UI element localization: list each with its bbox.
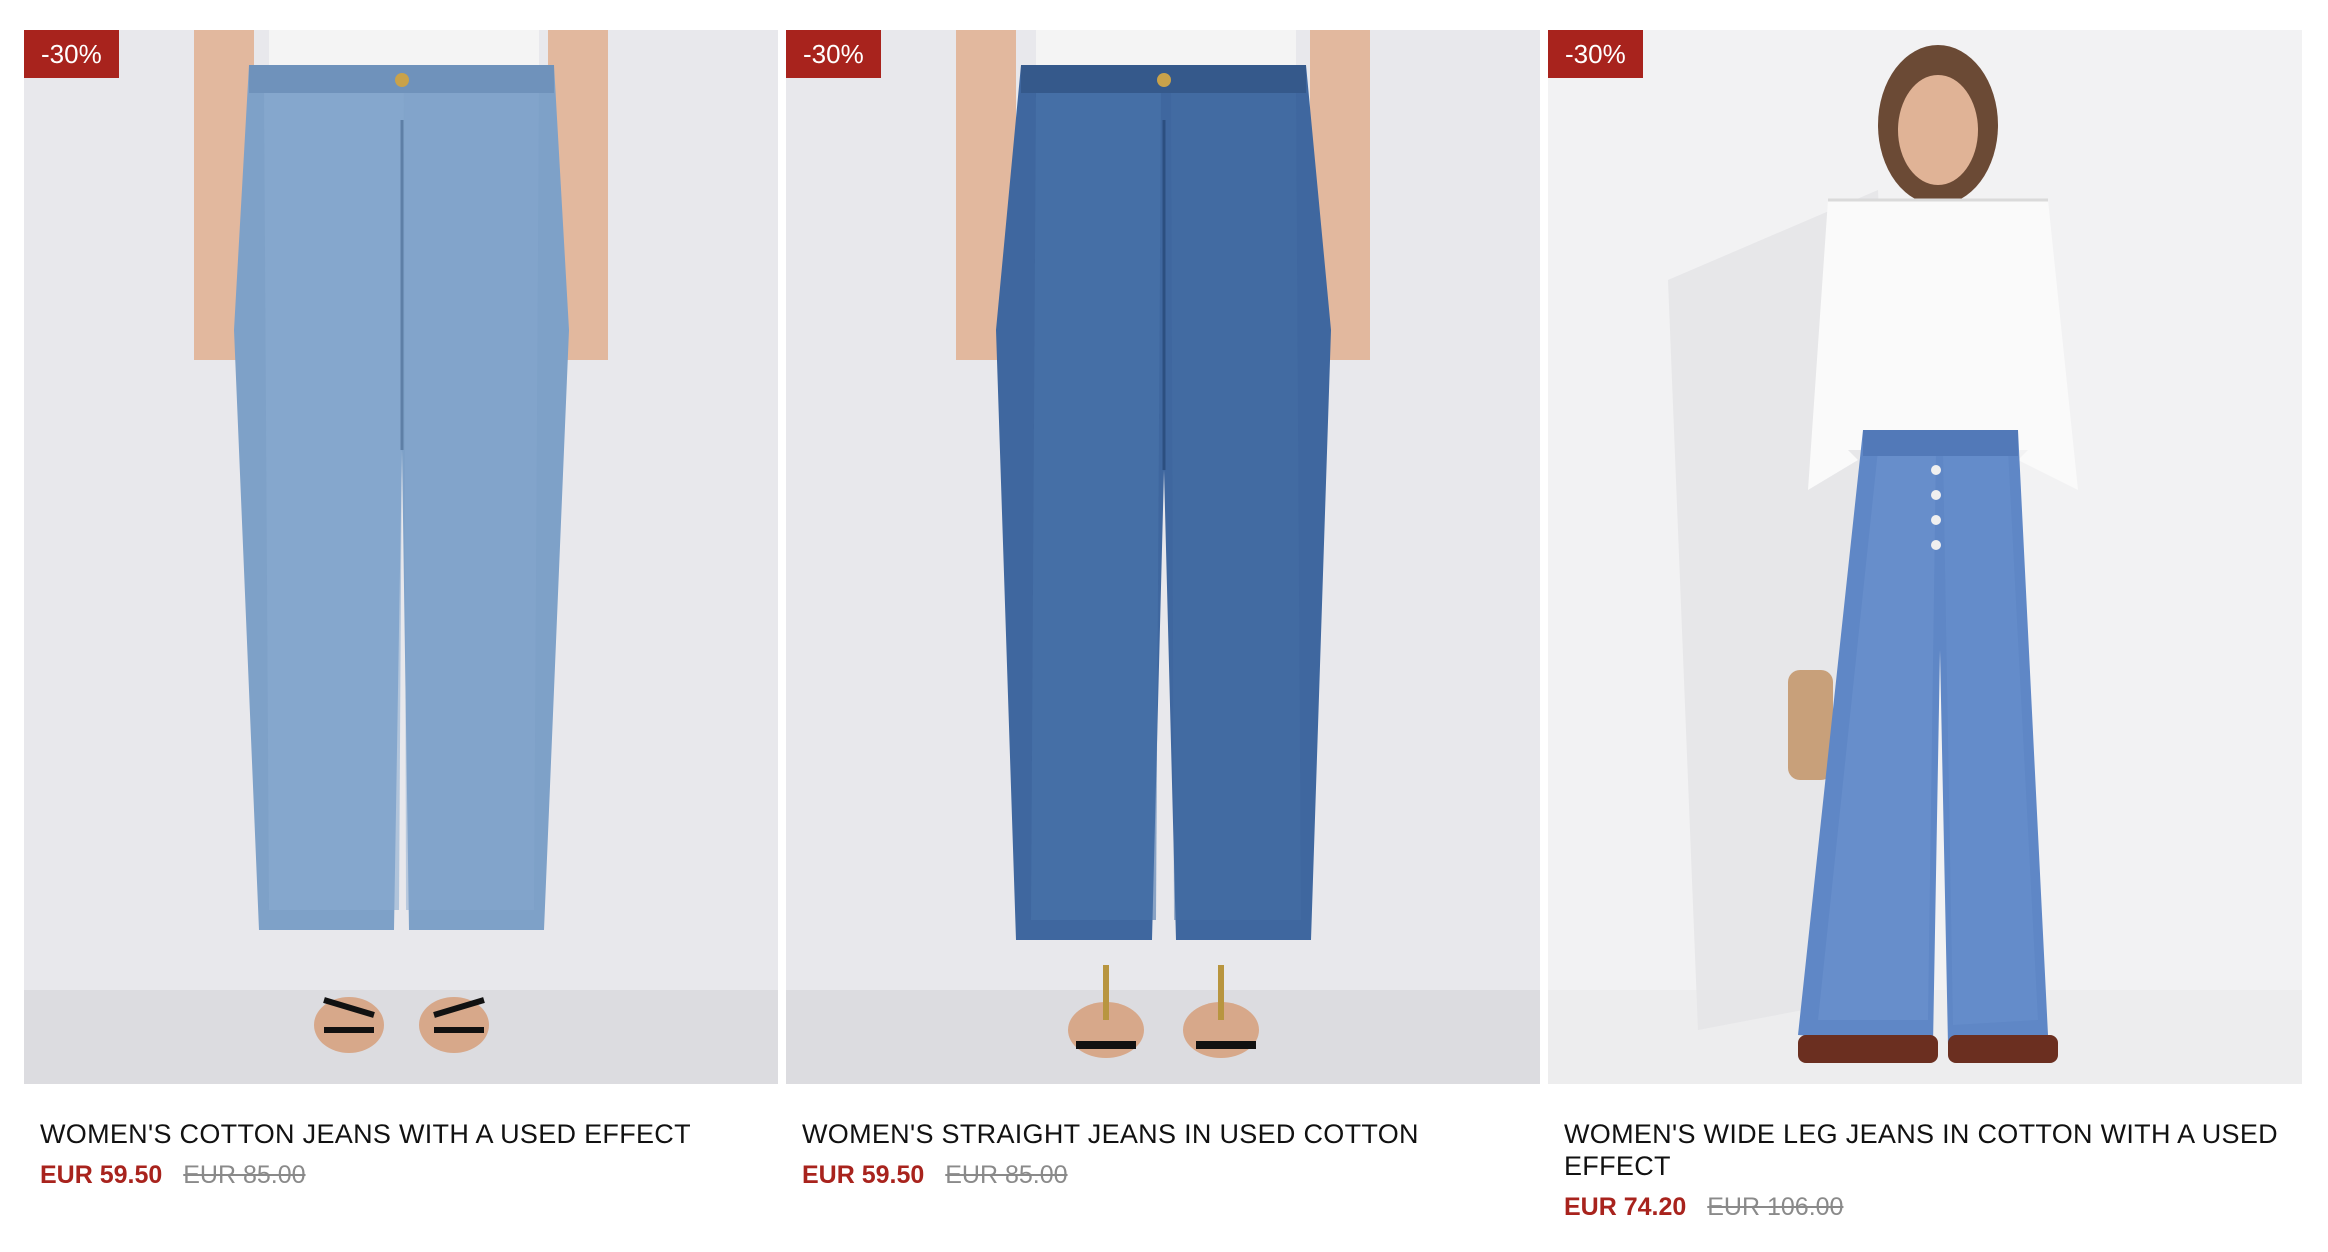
product-grid: -30% WOMEN'S COTTON JEANS WITH A USED EF… — [24, 30, 2304, 1222]
original-price: EUR 85.00 — [183, 1161, 306, 1189]
product-photo-mid-wash-jeans — [786, 30, 1540, 1084]
product-card[interactable]: -30% WOMEN'S STRAIGHT JEANS IN USED COTT… — [786, 30, 1540, 1222]
product-image[interactable]: -30% — [786, 30, 1540, 1084]
product-prices: EUR 74.20 EUR 106.00 — [1564, 1192, 2286, 1222]
original-price: EUR 106.00 — [1707, 1193, 1844, 1221]
product-card[interactable]: -30% WOMEN'S COTTON JEANS WITH A USED EF… — [24, 30, 778, 1222]
discount-badge: -30% — [1548, 30, 1643, 78]
product-photo-wide-leg-jeans-model — [1548, 30, 2302, 1084]
product-photo-light-wash-jeans — [24, 30, 778, 1084]
product-image[interactable]: -30% — [1548, 30, 2302, 1084]
discount-badge: -30% — [786, 30, 881, 78]
sale-price: EUR 59.50 — [802, 1161, 925, 1189]
product-card[interactable]: -30% WOMEN'S WIDE LEG JEANS IN COTTON WI… — [1548, 30, 2302, 1222]
product-name[interactable]: WOMEN'S WIDE LEG JEANS IN COTTON WITH A … — [1564, 1118, 2286, 1182]
product-prices: EUR 59.50 EUR 85.00 — [40, 1160, 762, 1190]
sale-price: EUR 74.20 — [1564, 1193, 1687, 1221]
original-price: EUR 85.00 — [945, 1161, 1068, 1189]
product-prices: EUR 59.50 EUR 85.00 — [802, 1160, 1524, 1190]
product-image[interactable]: -30% — [24, 30, 778, 1084]
product-name[interactable]: WOMEN'S COTTON JEANS WITH A USED EFFECT — [40, 1118, 762, 1150]
product-name[interactable]: WOMEN'S STRAIGHT JEANS IN USED COTTON — [802, 1118, 1524, 1150]
discount-badge: -30% — [24, 30, 119, 78]
sale-price: EUR 59.50 — [40, 1161, 163, 1189]
